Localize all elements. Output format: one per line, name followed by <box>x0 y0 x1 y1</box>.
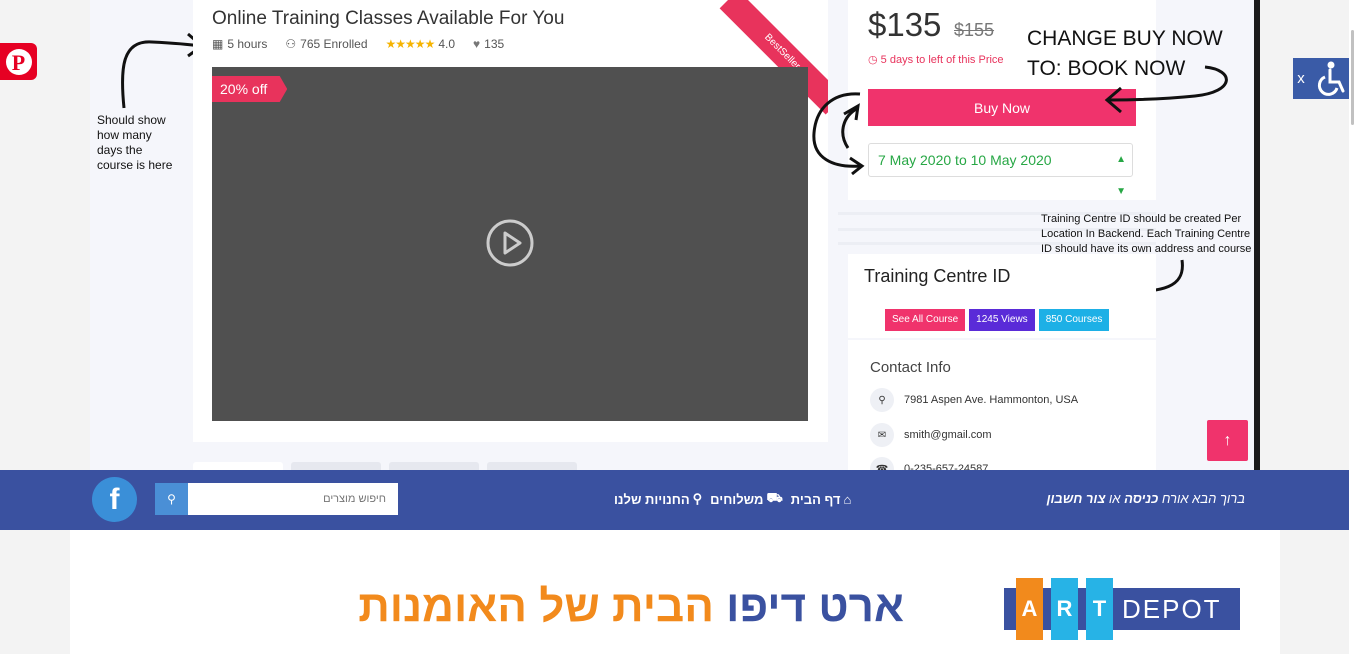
current-price: $135 <box>868 6 942 43</box>
scrollbar-thumb[interactable] <box>1351 30 1354 125</box>
user-icon: ⚇ <box>285 37 297 51</box>
home-icon: ⌂ <box>843 491 852 507</box>
select-caret-icon: ▲ ▼ <box>1116 154 1126 197</box>
screen: Should show how many days the course is … <box>0 0 1355 654</box>
days-left-note: ◷ 5 days to left of this Price <box>868 53 1004 66</box>
pinterest-button[interactable]: P <box>0 43 37 80</box>
location-icon: ⚲ <box>870 388 894 412</box>
clock-icon: ◷ <box>868 54 881 66</box>
facebook-icon[interactable]: f <box>92 477 137 522</box>
old-price: $155 <box>954 20 995 40</box>
or-text: או <box>1108 491 1121 506</box>
menu-item-label: החנויות שלנו <box>614 491 690 507</box>
menu-item-shipping[interactable]: ⛟ משלוחים <box>710 490 783 508</box>
envelope-icon: ✉ <box>870 423 894 447</box>
search-input[interactable] <box>188 483 398 515</box>
courses-button[interactable]: 850 Courses <box>1038 309 1110 331</box>
site-navbar: ברוך הבא אורח כניסה או צור חשבון ⌂ דף הב… <box>0 470 1349 530</box>
contact-email-row: ✉ smith@gmail.com <box>870 423 992 447</box>
date-range-select[interactable]: 7 May 2020 to 10 May 2020 ▲ ▼ <box>868 143 1133 197</box>
rating-stars-icon: ★★★★★ <box>385 37 436 51</box>
scroll-top-button[interactable]: ↑ <box>1207 420 1248 461</box>
course-rating: 4.0 <box>438 37 456 51</box>
menu-item-label: דף הבית <box>790 491 841 507</box>
brand-name: ארט דיפו הבית של האומנות <box>358 582 904 632</box>
calendar-icon: ▦ <box>212 37 224 51</box>
contact-title: Contact Info <box>870 359 951 376</box>
wheelchair-icon[interactable] <box>1309 58 1349 99</box>
welcome-prefix: ברוך הבא אורח <box>1161 491 1245 506</box>
course-meta: ▦ 5 hours ⚇ 765 Enrolled ★★★★★ 4.0 ♥ 135 <box>212 37 508 51</box>
artdepot-logo[interactable]: A R T DEPOT <box>1004 578 1240 640</box>
accessibility-widget[interactable]: x <box>1293 58 1349 99</box>
brand-name-part1: ארט דיפו <box>726 582 904 631</box>
discount-badge: 20% off <box>212 76 288 102</box>
course-title: Online Training Classes Available For Yo… <box>212 8 565 29</box>
create-account-link[interactable]: צור חשבון <box>1047 491 1106 506</box>
annotation-course-days: Should show how many days the course is … <box>97 113 173 172</box>
logo-letter: R <box>1051 578 1078 640</box>
welcome-message: ברוך הבא אורח כניסה או צור חשבון <box>1047 491 1245 506</box>
product-search: ⚲ <box>155 483 398 515</box>
course-likes: 135 <box>484 37 505 51</box>
training-centre-title: Training Centre ID <box>864 266 1011 286</box>
truck-icon: ⛟ <box>766 490 783 505</box>
arrow-to-button-icon <box>1104 65 1228 114</box>
see-all-course-button[interactable]: See All Course <box>885 309 966 331</box>
contact-card: Contact Info ⚲ 7981 Aspen Ave. Hammonton… <box>848 340 1156 481</box>
brand-header: ארט דיפו הבית של האומנות A R T DEPOT <box>70 530 1280 654</box>
menu-item-home[interactable]: ⌂ דף הבית <box>791 492 852 507</box>
swap-arrows-icon <box>812 92 865 176</box>
views-button[interactable]: 1245 Views <box>969 309 1035 331</box>
play-icon[interactable] <box>486 219 534 267</box>
pinterest-icon: P <box>5 48 32 75</box>
course-hours: 5 hours <box>227 37 268 51</box>
main-menu: ⌂ דף הבית ⛟ משלוחים ⚲ החנויות שלנו <box>606 490 851 508</box>
menu-item-label: משלוחים <box>710 491 764 507</box>
course-enrolled: 765 Enrolled <box>300 37 368 51</box>
logo-letter: T <box>1086 578 1113 640</box>
logo-word: DEPOT <box>1122 594 1222 624</box>
training-centre-buttons: See All Course 1245 Views 850 Courses <box>885 309 1110 331</box>
heart-icon[interactable]: ♥ <box>473 37 480 51</box>
contact-address-row: ⚲ 7981 Aspen Ave. Hammonton, USA <box>870 388 1078 412</box>
search-icon: ⚲ <box>167 492 176 506</box>
login-link[interactable]: כניסה <box>1124 491 1158 506</box>
brand-name-part2: הבית של האומנות <box>358 582 714 631</box>
contact-address: 7981 Aspen Ave. Hammonton, USA <box>904 394 1079 406</box>
menu-item-stores[interactable]: ⚲ החנויות שלנו <box>614 491 702 507</box>
logo-letter: A <box>1016 578 1043 640</box>
days-left-text: 5 days to left of this Price <box>880 54 1004 66</box>
course-card: Online Training Classes Available For Yo… <box>193 0 828 442</box>
training-centre-card: Training Centre ID See All Course 1245 V… <box>848 254 1156 338</box>
annotation-line: CHANGE BUY NOW <box>1027 27 1223 50</box>
contact-email[interactable]: smith@gmail.com <box>904 429 992 441</box>
search-button[interactable]: ⚲ <box>155 483 188 515</box>
date-range-value: 7 May 2020 to 10 May 2020 <box>878 152 1052 168</box>
map-pin-icon: ⚲ <box>692 491 703 506</box>
close-icon[interactable]: x <box>1293 70 1309 87</box>
course-video[interactable]: 20% off <box>212 67 808 421</box>
